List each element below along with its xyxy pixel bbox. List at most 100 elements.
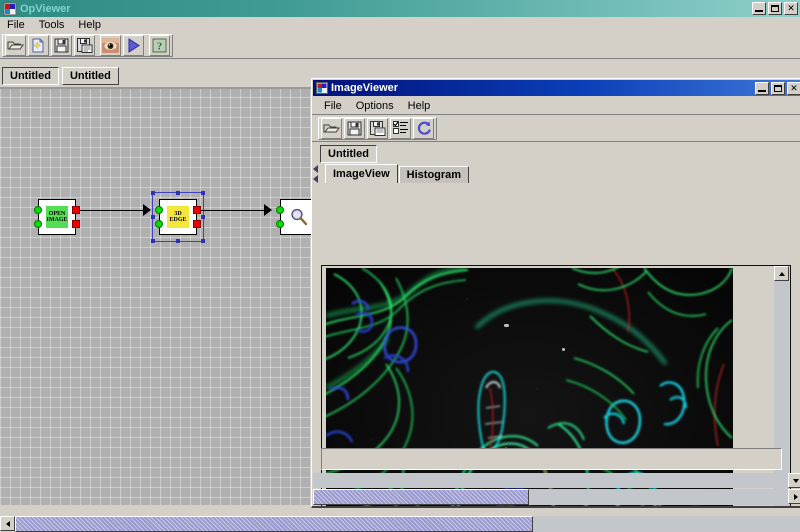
open-button[interactable] [5,35,26,56]
chevron-down-icon [792,478,799,483]
scroll-up-button[interactable] [774,266,789,281]
edge-detected-peppers-image [326,268,733,506]
minimize-button[interactable] [752,2,766,15]
chevron-right-icon [793,493,798,500]
main-window-controls: ✕ [752,2,798,15]
selection-handle-tr[interactable] [201,191,205,195]
bottom-hscroll-thumb[interactable] [313,489,529,505]
node-3d-edge-output-port-0[interactable] [193,206,201,214]
node-3d-edge-icon: 3D EDGE [167,206,189,228]
main-titlebar: OpViewer ✕ [0,0,800,17]
new-button[interactable] [28,35,49,56]
main-hscroll-thumb[interactable] [15,516,533,532]
image-viewer-toolbar-group [318,116,437,140]
tab-histogram[interactable]: Histogram [398,166,470,183]
main-menubar: File Tools Help [0,17,800,34]
main-scroll-left-button[interactable] [0,516,15,531]
node-3d-edge-input-port-1[interactable] [155,220,163,228]
node-image-viewer-input-port-0[interactable] [276,206,284,214]
doc-tab-1[interactable]: Untitled [61,67,119,85]
selection-handle-ml[interactable] [151,215,155,219]
node-3d-edge-label-2: EDGE [169,217,187,223]
tab-scroll-left-icon[interactable] [313,164,318,173]
selection-handle-tm[interactable] [176,191,180,195]
wire-3d-edge-to-viewer [201,210,267,211]
image-viewer-window: ImageViewer ✕ File Options Help Untitled… [311,78,800,508]
node-open-image-output-port-0[interactable] [72,206,80,214]
tab-scroll-right-icon[interactable] [313,174,318,183]
properties-button[interactable] [390,117,411,139]
bottom-scroll-right-button[interactable] [788,489,800,504]
application-root: OpViewer ✕ File Tools Help ? Untitled Un… [0,0,800,532]
save-button[interactable] [344,117,365,139]
selection-handle-tl[interactable] [151,191,155,195]
menu-file[interactable]: File [0,18,32,32]
close-button[interactable]: ✕ [784,2,798,15]
bottom-hscroll-track[interactable] [529,489,788,505]
node-3d-edge[interactable]: 3D EDGE [159,199,197,235]
node-open-image-output-port-1[interactable] [72,220,80,228]
selection-handle-mr[interactable] [201,215,205,219]
preview-button[interactable] [100,35,121,56]
menu-help[interactable]: Help [71,18,108,32]
node-image-viewer-input-port-1[interactable] [276,220,284,228]
main-hscroll-track[interactable] [533,516,800,532]
open-button[interactable] [321,117,342,139]
node-open-image-input-port-0[interactable] [34,206,42,214]
save-button[interactable] [51,35,72,56]
tab-scroll-arrows[interactable] [313,164,323,183]
tab-imageview-label: ImageView [333,168,390,180]
menu-file[interactable]: File [317,99,349,113]
main-toolbar: ? [0,33,800,59]
panel-hscroll-track[interactable] [313,473,788,488]
main-toolbar-group: ? [2,34,173,57]
maximize-button[interactable] [771,81,785,95]
selection-handle-br[interactable] [201,239,205,243]
node-open-image-label-2: IMAGE [46,217,68,223]
image-viewer-title: ImageViewer [331,82,399,94]
image-viewer-bottom-hscrollbar[interactable] [313,489,800,505]
menu-help[interactable]: Help [401,99,438,113]
refresh-button[interactable] [413,117,434,139]
help-button[interactable]: ? [149,35,170,56]
selection-handle-bl[interactable] [151,239,155,243]
maximize-button[interactable] [768,2,782,15]
image-viewer-status-strip [321,448,782,470]
magnifier-icon [291,208,308,226]
panel-scroll-down-button[interactable] [788,473,800,488]
image-viewer-toolbar [312,115,800,142]
minimize-button[interactable] [755,81,769,95]
image-viewer-panel-hscrollbar[interactable] [313,473,800,488]
tab-imageview[interactable]: ImageView [325,164,398,183]
node-open-image-icon: OPEN IMAGE [46,206,68,228]
wire-arrowhead-2 [264,204,272,216]
image-viewer-document-tabs: Untitled [312,142,800,163]
chevron-up-icon [778,271,785,276]
doc-tab-1-label: Untitled [69,70,111,82]
node-open-image[interactable]: OPEN IMAGE [38,199,76,235]
main-horizontal-scrollbar[interactable] [0,516,800,532]
svg-text:?: ? [157,41,163,53]
selection-handle-bm[interactable] [176,239,180,243]
wire-arrowhead-1 [143,204,151,216]
save-as-button[interactable] [367,117,388,139]
app-icon [316,82,328,94]
app-icon [3,2,17,16]
menu-tools[interactable]: Tools [32,18,72,32]
iv-doc-tab-0[interactable]: Untitled [320,145,377,163]
node-open-image-input-port-1[interactable] [34,220,42,228]
image-pane-vertical-scrollbar[interactable] [774,266,789,506]
tab-histogram-label: Histogram [406,169,462,181]
doc-tab-0[interactable]: Untitled [2,67,59,85]
node-3d-edge-input-port-0[interactable] [155,206,163,214]
image-viewer-menubar: File Options Help [312,97,800,115]
wire-open-image-to-3d-edge [80,210,146,211]
node-3d-edge-output-port-1[interactable] [193,220,201,228]
image-display-pane[interactable] [321,265,791,506]
save-as-button[interactable] [74,35,95,56]
iv-doc-tab-0-label: Untitled [328,148,369,160]
image-viewer-view-tabs: ImageView Histogram [312,163,800,183]
run-button[interactable] [123,35,144,56]
close-button[interactable]: ✕ [787,81,800,95]
menu-options[interactable]: Options [349,99,401,113]
